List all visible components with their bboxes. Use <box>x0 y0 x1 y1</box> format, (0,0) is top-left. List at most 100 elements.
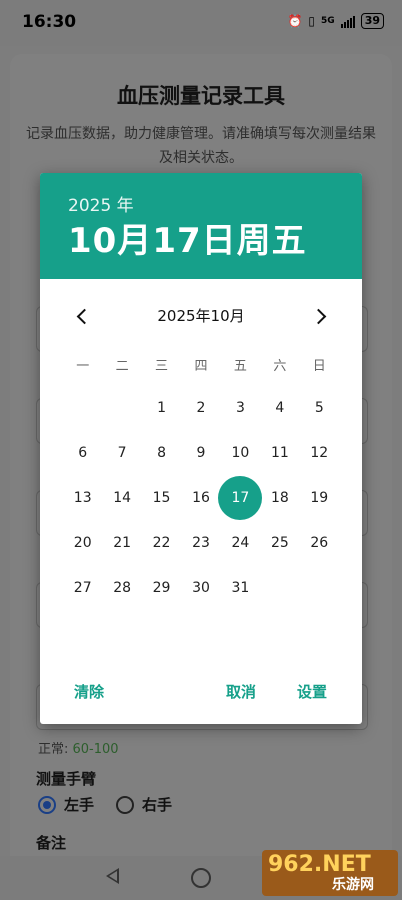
day-cell[interactable]: 7 <box>102 430 141 475</box>
day-cell[interactable]: 10 <box>221 430 260 475</box>
day-number: 7 <box>117 444 127 461</box>
network-label: 5G <box>321 16 335 26</box>
day-blank <box>63 385 102 430</box>
day-number: 27 <box>73 579 92 596</box>
day-cell[interactable]: 13 <box>63 475 102 520</box>
day-number: 30 <box>192 579 210 596</box>
day-number: 12 <box>310 444 329 461</box>
day-cell[interactable]: 27 <box>63 565 102 610</box>
day-cell[interactable]: 23 <box>181 520 220 565</box>
page-title: 血压测量记录工具 <box>117 84 285 108</box>
day-cell[interactable]: 11 <box>260 430 299 475</box>
day-cell[interactable]: 26 <box>300 520 339 565</box>
day-number: 28 <box>113 579 132 596</box>
day-cell[interactable]: 19 <box>300 475 339 520</box>
day-number: 14 <box>113 489 132 506</box>
radio-left-arm[interactable] <box>38 795 56 814</box>
day-number: 5 <box>314 399 324 416</box>
day-number: 15 <box>152 489 171 506</box>
day-cell[interactable]: 31 <box>221 565 260 610</box>
day-number: 13 <box>73 489 92 506</box>
weekday-label: 四 <box>194 359 208 374</box>
day-number: 3 <box>235 399 245 416</box>
day-number: 6 <box>78 444 88 461</box>
day-cell[interactable]: 30 <box>181 565 220 610</box>
date-picker-dialog: 2025 年 10月17日周五 2025年10月 一二三四五六日 1234567… <box>40 173 362 724</box>
day-number: 26 <box>310 534 329 551</box>
day-number: 19 <box>310 489 329 506</box>
day-number: 10 <box>231 444 250 461</box>
status-bar: 16:30 ⏰ ▯ 5G 39 <box>0 0 402 46</box>
day-cell[interactable]: 6 <box>63 430 102 475</box>
day-cell[interactable]: 15 <box>142 475 181 520</box>
day-number: 2 <box>196 399 206 416</box>
month-nav: 2025年10月 <box>40 301 362 331</box>
day-cell[interactable]: 16 <box>181 475 220 520</box>
status-icons: ⏰ ▯ 5G 39 <box>287 13 384 29</box>
day-number: 17 <box>231 489 250 506</box>
set-button[interactable]: 设置 <box>297 681 327 702</box>
day-number: 24 <box>231 534 250 551</box>
selected-date: 10月17日周五 <box>68 221 307 261</box>
radio-right-label: 右手 <box>142 796 173 814</box>
day-cell[interactable]: 24 <box>221 520 260 565</box>
day-grid: 1 2 3 4 5 6 7 8 9 10 11 12 13 14 15 16 17 18 19 20 21 22 23 24 2… <box>63 385 339 610</box>
weekday-label: 日 <box>312 359 326 374</box>
weekday-header: 一二三四五六日 <box>63 355 339 375</box>
watermark-logo: 962.NET 乐游网 <box>262 850 398 896</box>
day-blank <box>102 385 141 430</box>
chevron-right-icon[interactable] <box>305 301 335 331</box>
day-cell[interactable]: 2 <box>181 385 220 430</box>
day-number: 22 <box>152 534 171 551</box>
status-time: 16:30 <box>22 12 77 32</box>
day-number: 18 <box>270 489 289 506</box>
day-number: 25 <box>270 534 289 551</box>
day-cell[interactable]: 3 <box>221 385 260 430</box>
pulse-normal-hint: 正常: 60-100 <box>38 742 119 757</box>
weekday-label: 五 <box>233 359 247 374</box>
radio-left-label: 左手 <box>64 796 95 814</box>
weekday-label: 一 <box>76 359 90 374</box>
day-cell[interactable]: 22 <box>142 520 181 565</box>
day-cell[interactable]: 28 <box>102 565 141 610</box>
day-number: 21 <box>113 534 132 551</box>
weekday-label: 二 <box>115 359 129 374</box>
day-number: 23 <box>192 534 210 551</box>
arm-label: 测量手臂 <box>36 770 97 788</box>
day-cell[interactable]: 21 <box>102 520 141 565</box>
day-cell[interactable]: 12 <box>300 430 339 475</box>
day-cell[interactable]: 4 <box>260 385 299 430</box>
day-number: 29 <box>152 579 171 596</box>
page-subtitle: 记录血压数据，助力健康管理。请准确填写每次测量结果及相关状态。 <box>26 126 376 166</box>
day-number: 16 <box>192 489 210 506</box>
day-cell[interactable]: 18 <box>260 475 299 520</box>
day-number: 1 <box>157 399 167 416</box>
arm-radio-group: 左手 右手 <box>38 794 172 815</box>
radio-right-arm[interactable] <box>116 795 135 814</box>
day-cell-selected[interactable]: 17 <box>221 475 260 520</box>
day-cell[interactable]: 8 <box>142 430 181 475</box>
alarm-icon: ⏰ <box>287 14 303 28</box>
note-label: 备注 <box>36 834 67 852</box>
weekday-label: 三 <box>155 359 169 374</box>
day-cell[interactable]: 5 <box>300 385 339 430</box>
vibrate-icon: ▯ <box>308 14 316 28</box>
day-number: 4 <box>275 399 285 416</box>
day-cell[interactable]: 14 <box>102 475 141 520</box>
clear-button[interactable]: 清除 <box>74 681 104 702</box>
battery-icon: 39 <box>360 13 384 29</box>
date-picker-header: 2025 年 10月17日周五 <box>40 173 362 279</box>
day-number: 9 <box>196 444 206 461</box>
back-icon[interactable] <box>106 868 119 884</box>
signal-icon <box>340 15 355 28</box>
weekday-label: 六 <box>273 359 287 374</box>
day-number: 20 <box>73 534 92 551</box>
day-cell[interactable]: 1 <box>142 385 181 430</box>
day-cell[interactable]: 9 <box>181 430 220 475</box>
cancel-button[interactable]: 取消 <box>226 681 256 702</box>
home-icon[interactable] <box>191 868 211 888</box>
day-cell[interactable]: 25 <box>260 520 299 565</box>
day-cell[interactable]: 20 <box>63 520 102 565</box>
day-number: 11 <box>270 444 289 461</box>
day-cell[interactable]: 29 <box>142 565 181 610</box>
